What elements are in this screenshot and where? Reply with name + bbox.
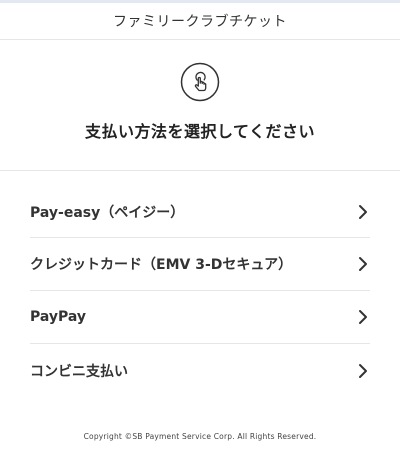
- page-title: ファミリークラブチケット: [113, 14, 287, 30]
- payment-method-pay-easy[interactable]: Pay-easy（ペイジー）: [30, 186, 370, 238]
- payment-method-label: コンビニ支払い: [30, 363, 128, 380]
- payment-method-credit-card[interactable]: クレジットカード（EMV 3-Dセキュア）: [30, 238, 370, 291]
- chevron-right-icon: [359, 204, 367, 219]
- copyright-text: Copyright ©SB Payment Service Corp. All …: [83, 432, 317, 441]
- payment-select-prompt: 支払い方法を選択してください: [0, 40, 400, 171]
- chevron-right-icon: [359, 257, 367, 271]
- payment-method-list: Pay-easy（ペイジー） クレジットカード（EMV 3-Dセキュア） Pay…: [30, 186, 370, 397]
- select-payment-heading: 支払い方法を選択してください: [84, 122, 316, 141]
- payment-method-paypay[interactable]: PayPay: [30, 291, 370, 344]
- page-header: ファミリークラブチケット: [0, 3, 400, 40]
- chevron-right-icon: [359, 310, 367, 324]
- chevron-right-icon: [359, 363, 367, 378]
- payment-method-label: クレジットカード（EMV 3-Dセキュア）: [30, 257, 293, 273]
- payment-method-label: PayPay: [30, 309, 87, 325]
- payment-method-convenience-store[interactable]: コンビニ支払い: [30, 344, 370, 397]
- tap-finger-icon: [180, 62, 220, 102]
- payment-method-label: Pay-easy（ペイジー）: [30, 204, 185, 221]
